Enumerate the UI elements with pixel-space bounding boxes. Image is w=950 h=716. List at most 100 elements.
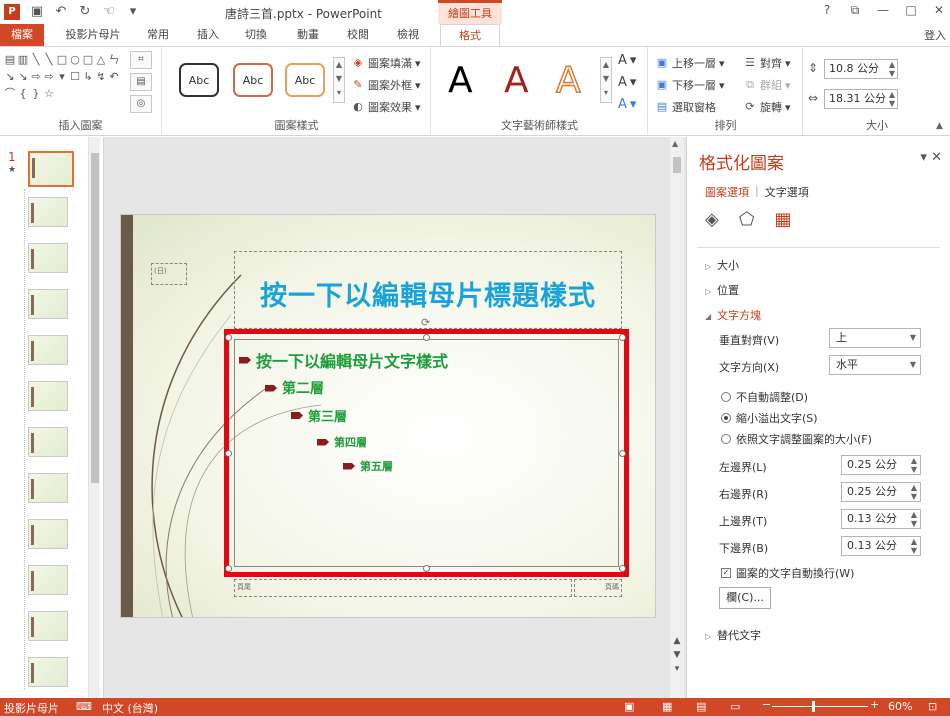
shape-gallery-item[interactable]: ↘ — [4, 70, 16, 84]
tab-transitions[interactable]: 切換 — [236, 24, 276, 46]
tab-animations[interactable]: 動畫 — [288, 24, 328, 46]
top-margin-input[interactable]: 0.13 公分 ▲ ▼ — [841, 509, 921, 529]
shape-style-scroll[interactable]: ▲ ▼ ▾ — [333, 57, 345, 103]
text-direction-select[interactable]: 水平 ▼ — [829, 355, 921, 375]
radio-resize-shape[interactable]: 依照文字調整圖案的大小(F) — [721, 431, 872, 447]
touch-mode-icon[interactable]: ☜ — [100, 3, 118, 21]
sign-in-link[interactable]: 登入 — [924, 27, 946, 43]
shape-fill-button[interactable]: ◈ 圖案填滿 ▾ — [351, 55, 421, 71]
tab-insert[interactable]: 插入 — [188, 24, 228, 46]
zoom-slider[interactable] — [772, 706, 868, 707]
language-indicator[interactable]: 中文 (台灣) — [102, 700, 158, 716]
wordart-outline[interactable]: A — [555, 60, 581, 102]
zoom-in-button[interactable]: + — [870, 698, 879, 711]
spinner-icon[interactable]: ▲ ▼ — [889, 90, 895, 108]
tab-view[interactable]: 檢視 — [388, 24, 428, 46]
shape-gallery-item[interactable]: ⌒ — [4, 87, 16, 101]
close-pane-icon[interactable]: ✕ — [931, 150, 942, 165]
resize-handle[interactable] — [423, 334, 430, 341]
shape-gallery-item[interactable]: ☆ — [43, 87, 55, 101]
wordart-scroll[interactable]: ▲ ▼ ▾ — [600, 57, 612, 103]
tab-format[interactable]: 格式 — [440, 24, 500, 46]
close-icon[interactable]: ✕ — [932, 3, 946, 18]
body-placeholder[interactable]: 按一下以編輯母片文字樣式 第二層 第三層 第四層 第五層 — [234, 339, 619, 567]
body-placeholder-highlighted[interactable]: 按一下以編輯母片文字樣式 第二層 第三層 第四層 第五層 — [224, 329, 629, 577]
zoom-level[interactable]: 60% — [888, 700, 912, 713]
spellcheck-icon[interactable]: ⌨ — [76, 700, 92, 713]
resize-handle[interactable] — [225, 565, 232, 572]
shape-gallery-item[interactable]: ○ — [69, 53, 81, 67]
spinner-icon[interactable]: ▲ ▼ — [911, 537, 917, 555]
spinner-icon[interactable]: ▲ ▼ — [889, 60, 895, 78]
section-alt-text[interactable]: ▷ 替代文字 — [705, 627, 761, 643]
zoom-slider-knob[interactable] — [812, 701, 815, 712]
edit-shape-icon[interactable]: ⌗ — [130, 51, 152, 69]
layout-thumbnail[interactable] — [28, 335, 68, 365]
spinner-icon[interactable]: ▲ ▼ — [911, 510, 917, 528]
shape-style-gold[interactable]: Abc — [285, 63, 325, 97]
fill-line-icon[interactable]: ◈ — [705, 209, 719, 230]
bring-forward-button[interactable]: ▣ 上移一層 ▾ — [655, 55, 725, 71]
pane-options-icon[interactable]: ▾ — [920, 150, 927, 165]
slide-master[interactable]: (日) 按一下以編輯母片標題樣式 ⟳ 按一下以編輯母片文字樣式 第二層 第三層 … — [120, 214, 656, 618]
resize-handle[interactable] — [225, 450, 232, 457]
thumbnail-scrollbar[interactable] — [88, 137, 100, 698]
layout-thumbnail[interactable] — [28, 427, 68, 457]
right-margin-input[interactable]: 0.25 公分 ▲ ▼ — [841, 482, 921, 502]
date-placeholder[interactable]: (日) — [151, 263, 187, 285]
spinner-icon[interactable]: ▲ ▼ — [911, 456, 917, 474]
text-fill-button[interactable]: A ▾ — [618, 53, 636, 68]
shape-gallery-item[interactable]: } — [30, 87, 42, 101]
section-size[interactable]: ▷ 大小 — [705, 257, 739, 273]
vertical-align-select[interactable]: 上 ▼ — [829, 328, 921, 348]
resize-handle[interactable] — [225, 334, 232, 341]
tab-slide-master[interactable]: 投影片母片 — [56, 24, 130, 46]
scroll-up-icon[interactable]: ▲ — [672, 139, 678, 148]
layout-thumbnail[interactable] — [28, 519, 68, 549]
reading-view-icon[interactable]: ▤ — [696, 700, 706, 713]
shape-width-input[interactable]: 18.31 公分 ▲ ▼ — [824, 89, 898, 109]
left-margin-input[interactable]: 0.25 公分 ▲ ▼ — [841, 455, 921, 475]
group-button[interactable]: ⧉ 群組 ▾ — [743, 77, 790, 93]
shape-gallery-item[interactable]: ▥ — [17, 53, 29, 67]
normal-view-icon[interactable]: ▣ — [624, 700, 634, 713]
effects-pentagon-icon[interactable]: ⬠ — [739, 209, 755, 230]
shape-gallery-item[interactable]: ↘ — [17, 70, 29, 84]
powerpoint-app-icon[interactable]: P — [4, 4, 20, 20]
slide-sorter-icon[interactable]: ▦ — [662, 700, 672, 713]
resize-handle[interactable] — [619, 565, 626, 572]
wrap-text-checkbox[interactable]: ✓ 圖案的文字自動換行(W) — [721, 565, 854, 581]
zoom-out-button[interactable]: − — [762, 698, 771, 711]
tab-shape-options[interactable]: 圖案選項 — [705, 184, 749, 200]
layout-thumbnail[interactable] — [28, 381, 68, 411]
radio-shrink-on-overflow[interactable]: 縮小溢出文字(S) — [721, 410, 818, 426]
tab-text-options[interactable]: 文字選項 — [765, 184, 809, 200]
align-button[interactable]: ☰ 對齊 ▾ — [743, 55, 790, 71]
shape-gallery-item[interactable]: ⇨ — [43, 70, 55, 84]
resize-handle[interactable] — [619, 334, 626, 341]
layout-thumbnail[interactable] — [28, 473, 68, 503]
layout-thumbnail[interactable] — [28, 243, 68, 273]
shape-outline-button[interactable]: ✎ 圖案外框 ▾ — [351, 77, 420, 93]
rotate-button[interactable]: ⟳ 旋轉 ▾ — [743, 99, 790, 115]
collapse-ribbon-icon[interactable]: ▲ — [936, 121, 943, 131]
spinner-icon[interactable]: ▲ ▼ — [911, 483, 917, 501]
section-position[interactable]: ▷ 位置 — [705, 282, 739, 298]
check-icon[interactable]: ✓ — [721, 568, 731, 578]
redo-icon[interactable]: ↻ — [76, 3, 94, 21]
scroll-page-buttons[interactable]: ▲ ▼ ▾ — [671, 634, 683, 676]
selection-pane-button[interactable]: ▤ 選取窗格 — [655, 99, 716, 115]
shape-gallery-item[interactable]: □ — [56, 53, 68, 67]
shape-gallery-item[interactable]: ▤ — [4, 53, 16, 67]
shape-gallery-item[interactable]: ㄣ — [108, 53, 120, 67]
rotate-handle-icon[interactable]: ⟳ — [421, 316, 430, 329]
text-box-icon[interactable]: ▤ — [130, 73, 152, 91]
tab-home[interactable]: 常用 — [138, 24, 178, 46]
radio-no-autofit[interactable]: 不自動調整(D) — [721, 389, 808, 405]
minimize-icon[interactable]: — — [876, 3, 890, 18]
layout-thumbnail[interactable] — [28, 197, 68, 227]
shape-gallery-item[interactable]: ↳ — [82, 70, 94, 84]
customize-icon[interactable]: ▾ — [124, 3, 142, 21]
shape-gallery-item[interactable]: △ — [95, 53, 107, 67]
layout-thumbnail[interactable] — [28, 657, 68, 687]
